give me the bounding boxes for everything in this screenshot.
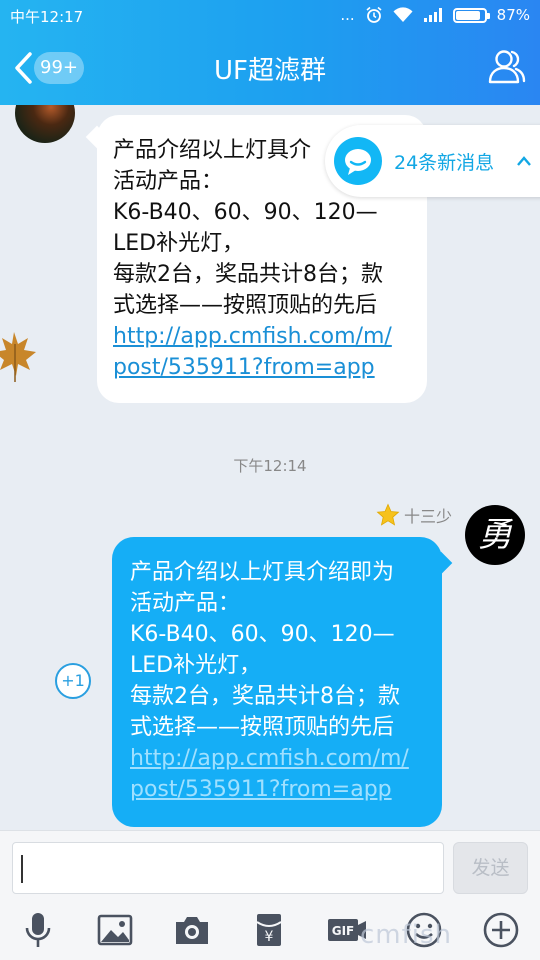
message-link[interactable]: post/535911?from=app — [130, 774, 430, 805]
page-title: UF超滤群 — [214, 56, 326, 86]
message-input[interactable] — [12, 842, 444, 894]
status-icons: ... 87% — [340, 6, 530, 24]
message-text: 式选择——按照顶贴的先后 — [130, 715, 395, 740]
status-time: 中午12:17 — [10, 8, 84, 26]
gif-icon[interactable]: GIF — [326, 910, 368, 950]
alarm-icon — [366, 6, 382, 23]
message-text: K6-B40、60、90、120— — [130, 622, 395, 647]
message-text: LED补光灯， — [130, 653, 262, 678]
sender-info: 十三少 — [376, 503, 452, 527]
send-button[interactable]: 发送 — [453, 842, 528, 894]
signal-icon — [423, 8, 442, 22]
emoji-icon[interactable] — [404, 910, 444, 950]
plus-one-button[interactable]: +1 — [55, 663, 91, 699]
message-text: 活动产品： — [130, 591, 241, 616]
battery-fill — [455, 10, 481, 20]
top-header: 中午12:17 ... 87% 99+ UF超滤群 — [0, 0, 540, 105]
plus-icon[interactable] — [481, 910, 521, 950]
group-members-icon[interactable] — [488, 48, 526, 84]
timestamp: 下午12:14 — [233, 457, 307, 475]
message-text: K6-B40、60、90、120— — [113, 200, 378, 225]
mic-icon[interactable] — [18, 910, 58, 950]
message-link[interactable]: http://app.cmfish.com/m/ — [113, 321, 413, 352]
maple-leaf-icon — [0, 332, 36, 382]
chat-area[interactable]: 产品介绍以上灯具介 活动产品： K6-B40、60、90、120— LED补光灯… — [0, 105, 540, 830]
sender-name: 十三少 — [403, 507, 452, 526]
text-cursor — [21, 855, 23, 883]
message-text: LED补光灯， — [113, 231, 245, 256]
svg-text:GIF: GIF — [332, 924, 355, 938]
message-text: 产品介绍以上灯具介绍即为 — [130, 560, 395, 585]
message-link[interactable]: post/535911?from=app — [113, 352, 413, 383]
image-icon[interactable] — [95, 910, 135, 950]
star-icon — [376, 503, 400, 526]
message-bubble-outgoing[interactable]: 产品介绍以上灯具介绍即为 活动产品： K6-B40、60、90、120— LED… — [112, 537, 442, 827]
chevron-up-icon — [517, 156, 532, 166]
message-text: 式选择——按照顶贴的先后 — [113, 293, 378, 318]
battery-percent: 87% — [496, 6, 530, 24]
message-link[interactable]: http://app.cmfish.com/m/ — [130, 743, 430, 774]
wifi-icon — [393, 7, 413, 23]
message-text: 每款2台，奖品共计8台；款 — [113, 262, 383, 287]
message-text: 每款2台，奖品共计8台；款 — [130, 684, 400, 709]
new-messages-button[interactable]: 24条新消息 — [325, 125, 540, 197]
input-bar: 发送 — [0, 830, 540, 900]
status-bar: 中午12:17 ... 87% — [0, 0, 540, 32]
avatar[interactable] — [15, 105, 75, 143]
chat-bubble-icon — [334, 137, 382, 185]
input-toolbar: ¥ GIF — [0, 900, 540, 960]
camera-icon[interactable] — [172, 910, 212, 950]
red-packet-icon[interactable]: ¥ — [249, 910, 289, 950]
new-messages-label: 24条新消息 — [394, 151, 495, 174]
nav-bar: 99+ UF超滤群 — [0, 32, 540, 102]
battery-icon — [452, 7, 490, 23]
svg-text:¥: ¥ — [265, 929, 274, 945]
avatar[interactable]: 勇 — [465, 505, 525, 565]
status-dots: ... — [340, 6, 355, 24]
